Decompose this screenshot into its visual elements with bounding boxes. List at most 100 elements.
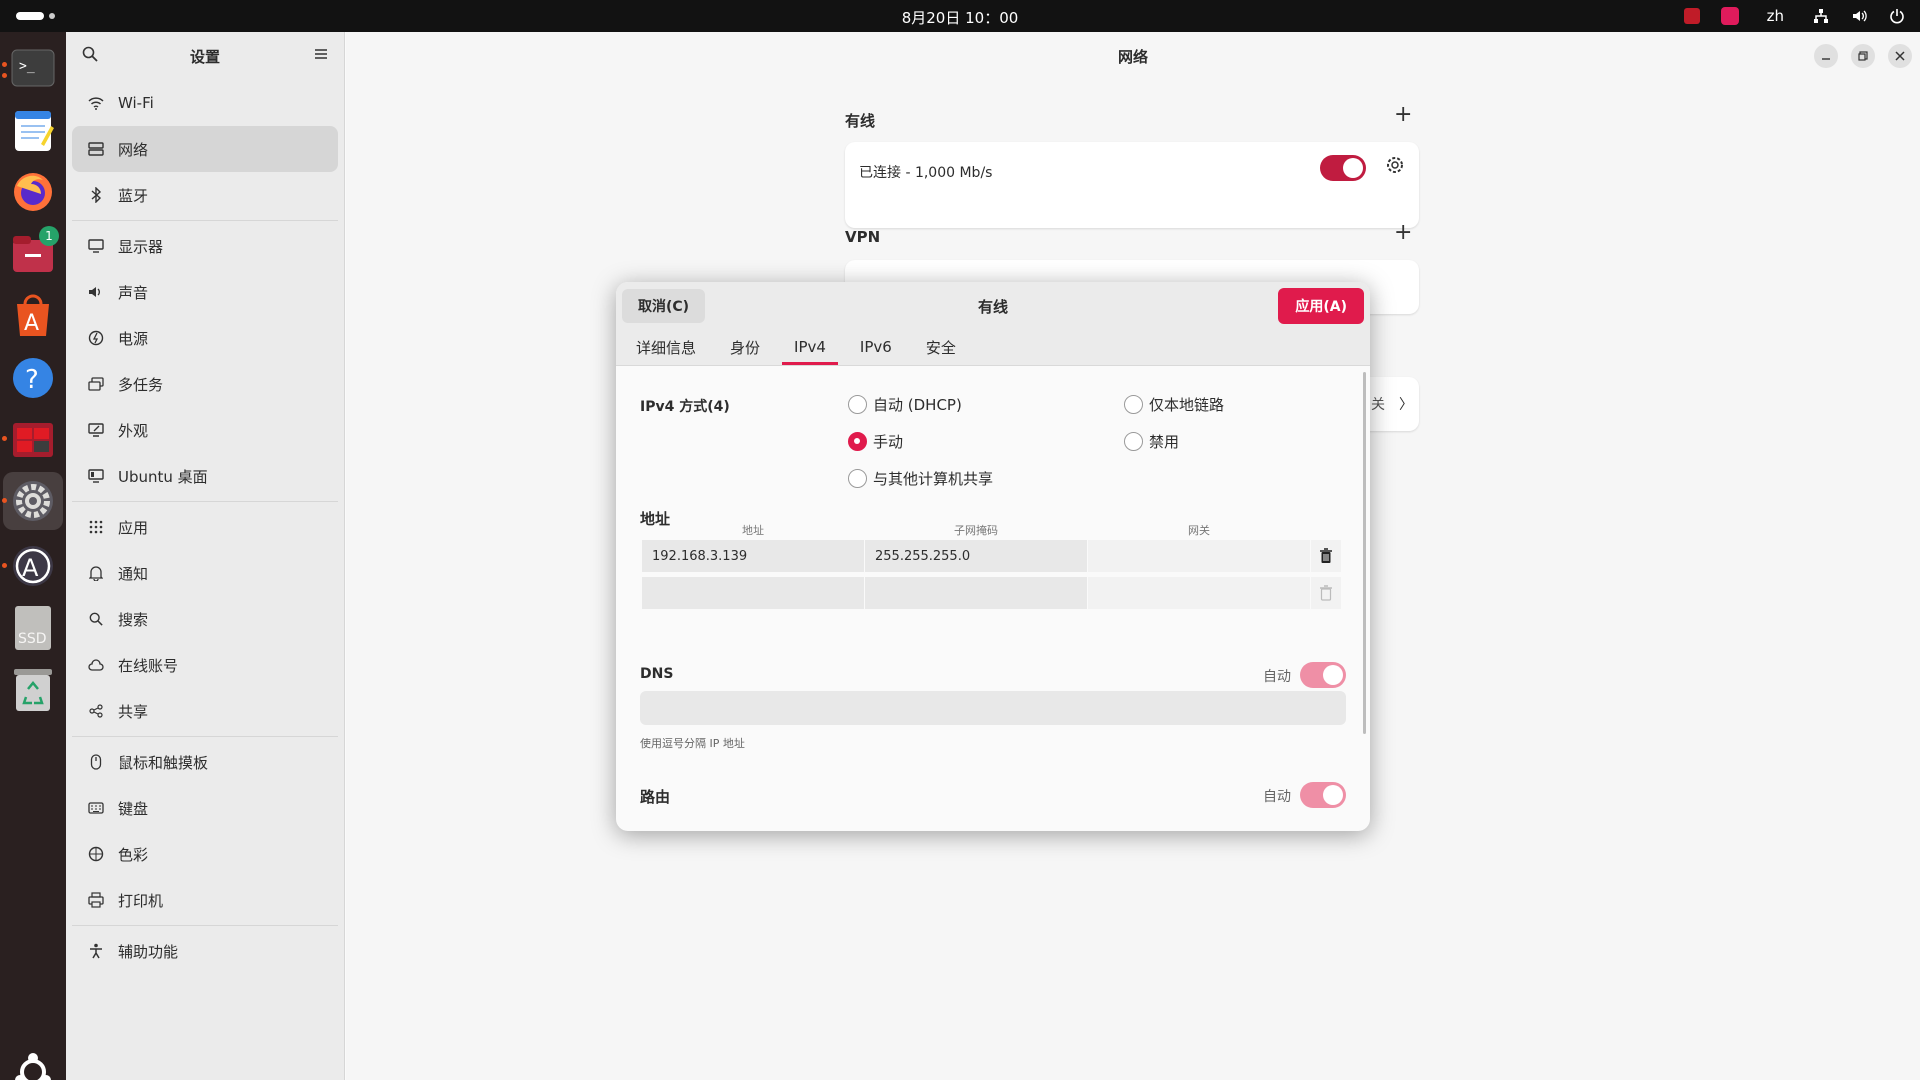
dns-auto-label: 自动 [1263,669,1291,685]
divider [72,220,338,221]
cloud-icon [88,657,104,673]
sidebar-item-label: 外观 [118,421,149,440]
sidebar-item-network[interactable]: 网络 [72,126,338,172]
notification-badge: 1 [39,226,59,246]
bluetooth-icon [88,187,104,203]
sidebar-item-printers[interactable]: 打印机 [72,877,338,923]
dns-heading: DNS [640,666,674,682]
firefox-app-icon[interactable] [9,168,57,216]
bell-icon [88,565,104,581]
sidebar-item-sound[interactable]: 声音 [72,269,338,315]
ipv4-settings: IPv4 方式(4) 自动 (DHCP) 仅本地链路 手动 禁用 与其他计算机共… [616,366,1370,831]
maximize-button[interactable] [1851,44,1875,68]
color-icon [88,846,104,862]
chevron-right-icon: 〉 [1399,397,1413,413]
sidebar-item-multitasking[interactable]: 多任务 [72,361,338,407]
help-app-icon[interactable]: ? [9,354,57,402]
dialog-scrollbar[interactable] [1363,372,1366,734]
wired-toggle[interactable] [1320,155,1366,181]
screenshot-tool-icon[interactable] [9,416,57,464]
sidebar-item-accessibility[interactable]: 辅助功能 [72,928,338,974]
files-app-icon[interactable]: 1 [9,226,59,278]
page-title: 网络 [1117,48,1148,66]
sidebar-item-wifi[interactable]: Wi-Fi [72,80,338,126]
wired-settings-gear-icon[interactable] [1386,156,1404,178]
routes-auto-toggle[interactable] [1300,782,1346,808]
divider [72,925,338,926]
method-disabled-radio[interactable]: 禁用 [1124,431,1179,452]
appearance-icon [88,422,104,438]
sidebar-item-label: 搜索 [118,610,149,629]
app-center-icon[interactable]: A [9,292,57,340]
close-button[interactable] [1888,44,1912,68]
trash-icon[interactable] [9,666,57,714]
method-manual-radio[interactable]: 手动 [848,431,903,452]
sidebar-item-keyboard[interactable]: 键盘 [72,785,338,831]
sidebar-item-ubuntu-desktop[interactable]: Ubuntu 桌面 [72,453,338,499]
gateway-input[interactable] [1088,540,1310,572]
vpn-heading: VPN [845,228,881,246]
sidebar-item-apps[interactable]: 应用 [72,504,338,550]
dns-hint: 使用逗号分隔 IP 地址 [640,737,745,750]
apply-button[interactable]: 应用(A) [1278,288,1364,324]
method-link-local-radio[interactable]: 仅本地链路 [1124,394,1224,415]
address-column-header: 地址 [742,524,764,537]
sidebar-item-power[interactable]: 电源 [72,315,338,361]
tab-ipv4[interactable]: IPv4 [782,329,838,365]
speaker-icon [88,284,104,300]
volume-icon[interactable] [1850,7,1868,25]
sidebar-item-search[interactable]: 搜索 [72,596,338,642]
method-shared-radio[interactable]: 与其他计算机共享 [848,468,993,489]
sidebar-item-bluetooth[interactable]: 蓝牙 [72,172,338,218]
ssd-drive-icon[interactable]: SSD [9,604,57,652]
power-icon[interactable] [1888,7,1906,25]
netmask-input[interactable] [865,577,1087,609]
sidebar-item-displays[interactable]: 显示器 [72,223,338,269]
terminal-app-icon[interactable]: >_ [9,44,57,92]
network-icon[interactable] [1812,7,1830,25]
method-auto-dhcp-radio[interactable]: 自动 (DHCP) [848,394,962,415]
search-icon [88,611,104,627]
tab-security[interactable]: 安全 [914,329,968,365]
printer-icon [88,892,104,908]
sidebar-item-sharing[interactable]: 共享 [72,688,338,734]
add-wired-plus-icon[interactable]: + [1394,102,1412,127]
input-method-indicator[interactable]: zh [1767,7,1784,25]
dns-input[interactable] [640,691,1346,725]
wired-connection-card: 已连接 - 1,000 Mb/s [845,142,1419,228]
red-app-indicator-icon[interactable] [1683,7,1701,25]
show-apps-icon[interactable] [9,1048,57,1080]
sidebar-item-online-accounts[interactable]: 在线账号 [72,642,338,688]
address-input[interactable]: 192.168.3.139 [642,540,864,572]
multitasking-icon [88,376,104,392]
svg-text:>_: >_ [19,59,35,74]
running-indicator [2,436,7,441]
sidebar-item-color[interactable]: 色彩 [72,831,338,877]
ssd-label: SSD [18,631,47,647]
address-input[interactable] [642,577,864,609]
tab-identity[interactable]: 身份 [718,329,772,365]
tab-ipv6[interactable]: IPv6 [848,329,904,365]
dns-auto-toggle[interactable] [1300,662,1346,688]
minimize-button[interactable] [1814,44,1838,68]
divider [72,736,338,737]
netmask-input[interactable]: 255.255.255.0 [865,540,1087,572]
proxy-status: 关 [1371,397,1385,413]
sidebar-item-label: Wi-Fi [118,94,154,112]
delete-address-trash-icon[interactable] [1311,540,1341,572]
sidebar-item-mouse-touchpad[interactable]: 鼠标和触摸板 [72,739,338,785]
gateway-input[interactable] [1088,577,1310,609]
software-updater-icon[interactable]: A [9,542,57,590]
pink-app-indicator-icon[interactable] [1720,7,1739,25]
hamburger-menu-icon[interactable] [314,46,328,65]
settings-app-icon[interactable] [3,472,63,530]
text-editor-app-icon[interactable] [9,106,57,154]
sidebar-item-label: 打印机 [118,891,164,910]
sidebar-item-notifications[interactable]: 通知 [72,550,338,596]
tab-details[interactable]: 详细信息 [624,329,708,365]
sidebar-item-label: Ubuntu 桌面 [118,467,208,486]
sidebar-item-appearance[interactable]: 外观 [72,407,338,453]
running-indicator [2,62,7,67]
add-vpn-plus-icon[interactable]: + [1394,220,1412,245]
clock[interactable]: 8月20日 10：00 [0,7,1920,28]
